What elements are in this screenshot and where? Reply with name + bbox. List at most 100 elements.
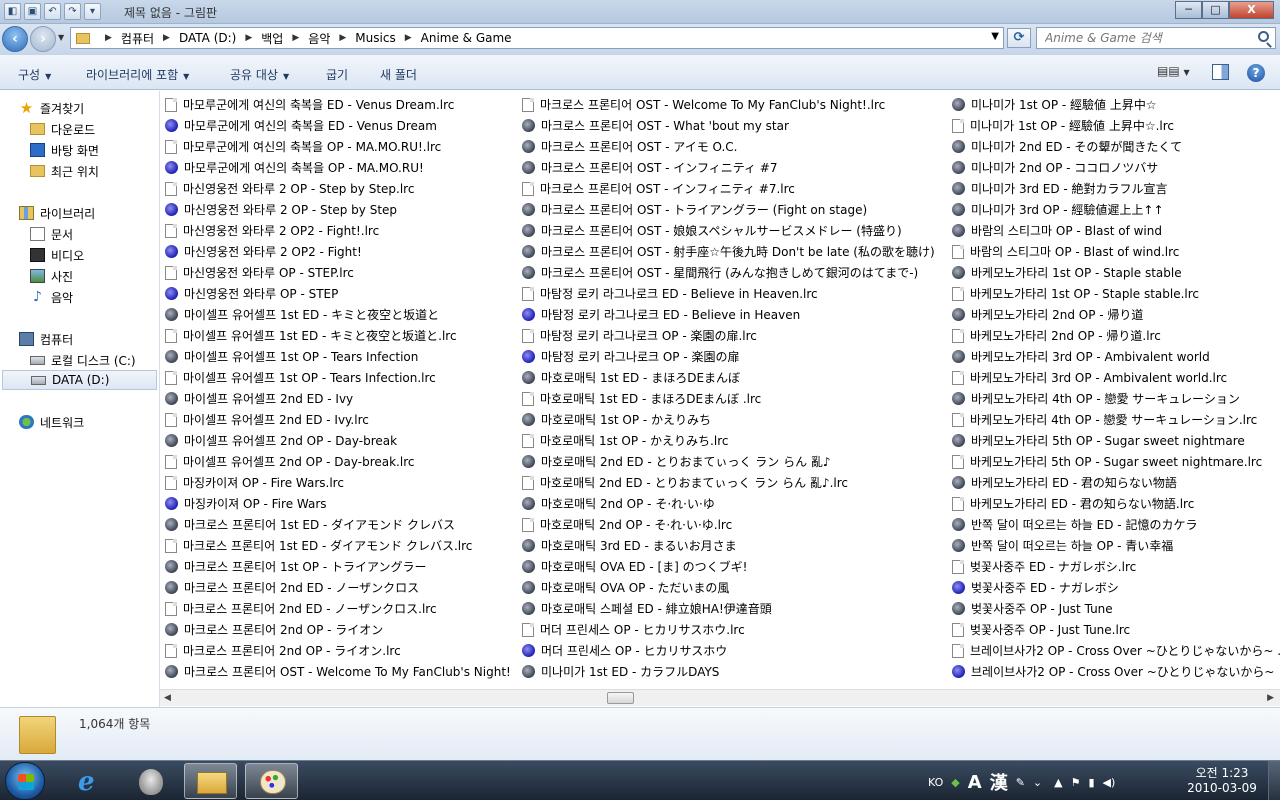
redo-icon[interactable]: ↷ (64, 3, 81, 20)
address-bar[interactable]: ▶ 컴퓨터 ▶ DATA (D:) ▶ 백업 ▶ 음악 ▶ Musics ▶ A… (70, 27, 1004, 49)
file-item[interactable]: 마신영웅전 와타루 2 OP2 - Fight! (165, 241, 511, 262)
file-item[interactable]: 마크로스 프론티어 2nd ED - ノーザンクロス (165, 577, 511, 598)
app-menu-icon[interactable]: ◧ (4, 3, 21, 20)
file-item[interactable]: 바케모노가타리 2nd OP - 帰り道 (952, 304, 1280, 325)
ime-icon[interactable]: ◆ (951, 776, 959, 789)
file-item[interactable]: 마호로매틱 2nd OP - そ·れ·い·ゆ.lrc (522, 514, 935, 535)
file-item[interactable]: 벚꽃사중주 ED - ナガレボシ.lrc (952, 556, 1280, 577)
file-item[interactable]: 미나미가 2nd OP - ココロノツバサ (952, 157, 1280, 178)
file-item[interactable]: 마호로매틱 1st ED - まほろDEまんぼ .lrc (522, 388, 935, 409)
burn-button[interactable]: 굽기 (326, 66, 348, 83)
file-item[interactable]: 마호로매틱 1st ED - まほろDEまんぼ (522, 367, 935, 388)
file-item[interactable]: 마크로스 프론티어 OST - インフィニティ #7.lrc (522, 178, 935, 199)
file-item[interactable]: 마신영웅전 와타루 2 OP2 - Fight!.lrc (165, 220, 511, 241)
save-icon[interactable]: ▣ (24, 3, 41, 20)
file-item[interactable]: 마호로매틱 스페셜 ED - 緋立娘HA!伊達音頭 (522, 598, 935, 619)
file-item[interactable]: 마호로매틱 OVA ED - [ま] のつくブギ! (522, 556, 935, 577)
file-item[interactable]: 마탐정 로키 라그나로크 OP - 楽園の扉 (522, 346, 935, 367)
file-item[interactable]: 마모루군에게 여신의 축복을 ED - Venus Dream (165, 115, 511, 136)
search-input[interactable] (1037, 28, 1247, 48)
breadcrumb-data-drive[interactable]: DATA (D:) (179, 31, 236, 45)
volume-icon[interactable]: ◀) (1103, 776, 1116, 789)
file-item[interactable]: 브레이브사가2 OP - Cross Over ~ひとりじゃないから~ .lrc (952, 640, 1280, 661)
file-item[interactable]: 바케모노가타리 5th OP - Sugar sweet nightmare.l… (952, 451, 1280, 472)
ime-alpha-mode[interactable]: A (968, 772, 982, 793)
file-item[interactable]: 마크로스 프론티어 OST - アイモ O.C. (522, 136, 935, 157)
file-item[interactable]: 바케모노가타리 2nd OP - 帰り道.lrc (952, 325, 1280, 346)
help-icon[interactable]: ? (1247, 64, 1265, 82)
breadcrumb-separator-icon[interactable]: ▶ (105, 33, 112, 43)
nav-data-drive[interactable]: DATA (D:) (2, 370, 157, 390)
ime-dropdown-icon[interactable]: ⌄ (1033, 776, 1042, 789)
change-view-button[interactable]: ▤▤ ▼ (1157, 64, 1193, 82)
file-item[interactable]: 바케모노가타리 3rd OP - Ambivalent world.lrc (952, 367, 1280, 388)
nav-desktop[interactable]: 바탕 화면 (30, 140, 99, 160)
minimize-button[interactable]: ─ (1175, 1, 1202, 19)
file-item[interactable]: 마징카이져 OP - Fire Wars.lrc (165, 472, 511, 493)
search-icon[interactable] (1258, 31, 1269, 42)
clock[interactable]: 오전 1:23 2010-03-09 (1186, 766, 1258, 796)
file-item[interactable]: 반쪽 달이 떠오르는 하늘 OP - 青い幸福 (952, 535, 1280, 556)
file-item[interactable]: 미나미가 1st ED - カラフルDAYS (522, 661, 935, 682)
maximize-button[interactable]: □ (1202, 1, 1229, 19)
file-item[interactable]: 마이셀프 유어셀프 1st ED - キミと夜空と坂道と.lrc (165, 325, 511, 346)
ime-settings-icon[interactable]: ✎ (1016, 776, 1025, 789)
breadcrumb-musics[interactable]: Musics (355, 31, 395, 45)
file-item[interactable]: 마모루군에게 여신의 축복을 OP - MA.MO.RU!.lrc (165, 136, 511, 157)
file-item[interactable]: 바케모노가타리 5th OP - Sugar sweet nightmare (952, 430, 1280, 451)
nav-videos[interactable]: 비디오 (30, 245, 84, 265)
back-button[interactable]: ‹ (2, 26, 28, 52)
file-item[interactable]: 마크로스 프론티어 1st OP - トライアングラー (165, 556, 511, 577)
file-item[interactable]: 미나미가 2nd ED - その顰が聞きたくて (952, 136, 1280, 157)
nav-computer[interactable]: 컴퓨터 (19, 329, 73, 349)
action-center-flag-icon[interactable]: ⚑ (1071, 776, 1081, 789)
file-item[interactable]: 마탐정 로키 라그나로크 ED - Believe in Heaven (522, 304, 935, 325)
file-item[interactable]: 마탐정 로키 라그나로크 OP - 楽園の扉.lrc (522, 325, 935, 346)
taskbar-internet-explorer[interactable]: e (64, 763, 117, 799)
file-item[interactable]: 마이셀프 유어셀프 2nd ED - Ivy.lrc (165, 409, 511, 430)
file-item[interactable]: 머더 프린세스 OP - ヒカリサスホウ.lrc (522, 619, 935, 640)
breadcrumb-separator-icon[interactable]: ▶ (292, 33, 299, 43)
file-item[interactable]: 마모루군에게 여신의 축복을 ED - Venus Dream.lrc (165, 94, 511, 115)
file-item[interactable]: 바케모노가타리 3rd OP - Ambivalent world (952, 346, 1280, 367)
network-status-icon[interactable]: ▮ (1088, 776, 1094, 789)
organize-button[interactable]: 구성 ▼ (18, 66, 51, 83)
breadcrumb-anime-game[interactable]: Anime & Game (421, 31, 512, 45)
new-folder-button[interactable]: 새 폴더 (380, 66, 417, 83)
preview-pane-icon[interactable] (1212, 64, 1229, 80)
file-item[interactable]: 마크로스 프론티어 OST - 娘娘スペシャルサービスメドレー (特盛り) (522, 220, 935, 241)
address-dropdown-icon[interactable]: ▼ (991, 31, 999, 42)
file-item[interactable]: 미나미가 1st OP - 經驗値 上昇中☆ (952, 94, 1280, 115)
nav-downloads[interactable]: 다운로드 (30, 119, 95, 139)
file-item[interactable]: 마징카이져 OP - Fire Wars (165, 493, 511, 514)
file-item[interactable]: 마크로스 프론티어 2nd OP - ライオン (165, 619, 511, 640)
scroll-left-icon[interactable]: ◀ (164, 693, 171, 703)
horizontal-scrollbar[interactable]: ◀ ▶ (160, 689, 1280, 706)
file-item[interactable]: 미나미가 3rd OP - 經驗値遲上上↑↑ (952, 199, 1280, 220)
file-item[interactable]: 마신영웅전 와타루 2 OP - Step by Step.lrc (165, 178, 511, 199)
show-hidden-icons-icon[interactable]: ▲ (1054, 776, 1062, 789)
file-item[interactable]: 마호로매틱 OVA OP - ただいまの風 (522, 577, 935, 598)
language-indicator[interactable]: KO (928, 776, 943, 789)
file-item[interactable]: 벚꽃사중주 OP - Just Tune.lrc (952, 619, 1280, 640)
file-item[interactable]: 마신영웅전 와타루 OP - STEP (165, 283, 511, 304)
nav-network[interactable]: 네트워크 (19, 412, 84, 432)
taskbar-paint[interactable] (245, 763, 298, 799)
file-item[interactable]: 마크로스 프론티어 OST - インフィニティ #7 (522, 157, 935, 178)
file-item[interactable]: 마호로매틱 2nd ED - とりおまてぃっく ラン らん 亂♪.lrc (522, 472, 935, 493)
file-item[interactable]: 마크로스 프론티어 2nd ED - ノーザンクロス.lrc (165, 598, 511, 619)
file-item[interactable]: 마모루군에게 여신의 축복을 OP - MA.MO.RU! (165, 157, 511, 178)
ime-hanja-mode[interactable]: 漢 (990, 769, 1008, 795)
file-item[interactable]: 마신영웅전 와타루 2 OP - Step by Step (165, 199, 511, 220)
file-item[interactable]: 바케모노가타리 ED - 君の知らない物語.lrc (952, 493, 1280, 514)
file-item[interactable]: 반쪽 달이 떠오르는 하늘 ED - 記憶のカケラ (952, 514, 1280, 535)
file-item[interactable]: 마호로매틱 2nd OP - そ·れ·い·ゆ (522, 493, 935, 514)
file-item[interactable]: 바케모노가타리 1st OP - Staple stable (952, 262, 1280, 283)
file-item[interactable]: 미나미가 1st OP - 經驗値 上昇中☆.lrc (952, 115, 1280, 136)
file-item[interactable]: 벚꽃사중주 OP - Just Tune (952, 598, 1280, 619)
file-item[interactable]: 미나미가 3rd ED - 絶對カラフル宣言 (952, 178, 1280, 199)
file-item[interactable]: 마이셀프 유어셀프 2nd OP - Day-break (165, 430, 511, 451)
file-item[interactable]: 마호로매틱 1st OP - かえりみち (522, 409, 935, 430)
file-item[interactable]: 마크로스 프론티어 OST - What 'bout my star (522, 115, 935, 136)
breadcrumb-music[interactable]: 음악 (308, 30, 330, 47)
